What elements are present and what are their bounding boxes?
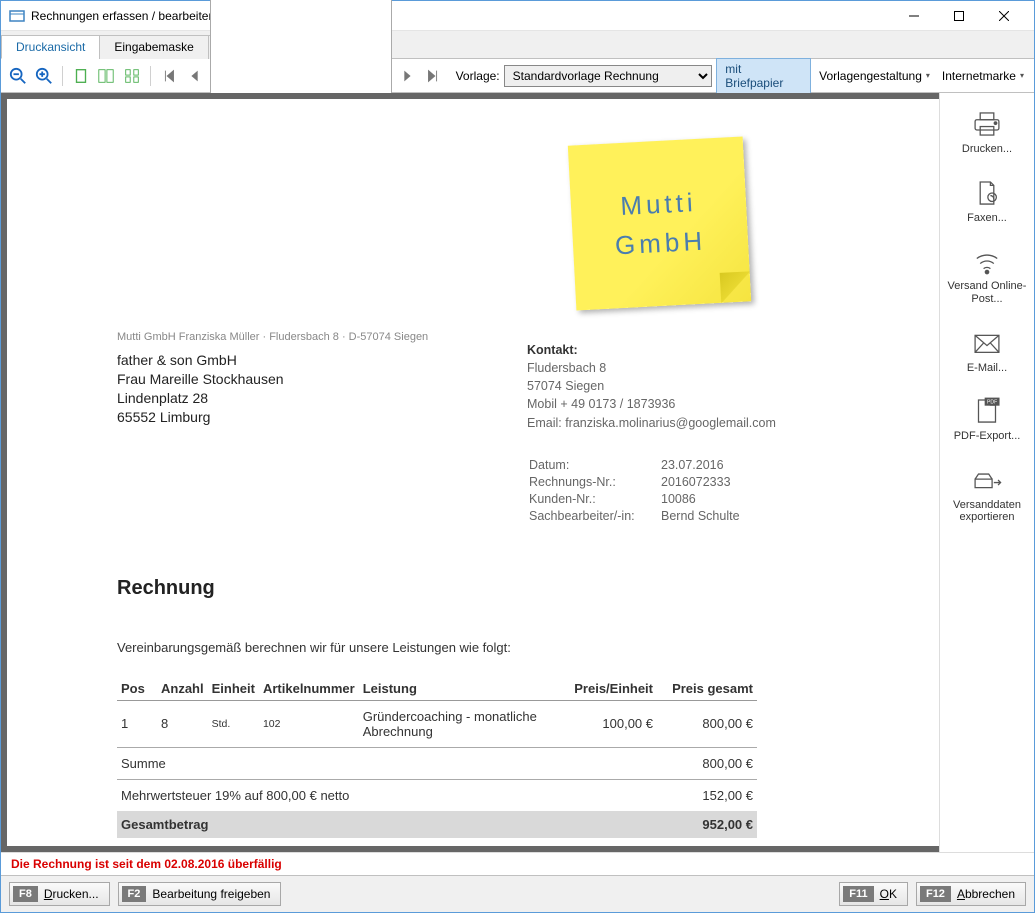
window-title: Rechnungen erfassen / bearbeiten <box>31 9 891 23</box>
preview-scroll[interactable]: MuttiGmbH Mutti GmbH Franziska Müller · … <box>7 99 939 846</box>
app-icon <box>9 8 25 24</box>
pdf-icon: PDF <box>970 396 1004 426</box>
pdf-export-button[interactable]: PDF PDF-Export... <box>942 390 1032 453</box>
vorlage-label: Vorlage: <box>456 69 500 83</box>
export-icon <box>970 465 1004 495</box>
vorlage-select[interactable]: Standardvorlage Rechnung <box>504 65 713 87</box>
tabbar: Druckansicht Eingabemaske Erweitert <box>1 31 1034 59</box>
maximize-button[interactable] <box>936 2 981 30</box>
export-shipping-button[interactable]: Versanddaten exportieren <box>942 459 1032 534</box>
f8-rest: rucken... <box>53 887 99 901</box>
tab-eingabemaske[interactable]: Eingabemaske <box>99 35 208 59</box>
next-page-button[interactable] <box>396 65 418 87</box>
preview-pane: MuttiGmbH Mutti GmbH Franziska Müller · … <box>1 93 939 852</box>
line-items-table: Pos Anzahl Einheit Artikelnummer Leistun… <box>117 677 757 838</box>
briefpapier-toggle[interactable]: mit Briefpapier <box>716 58 811 94</box>
table-row: 1 8 Std. 102 Gründercoaching - monatlich… <box>117 700 757 747</box>
invoice-page: MuttiGmbH Mutti GmbH Franziska Müller · … <box>27 111 847 846</box>
logo-sticky: MuttiGmbH <box>568 137 751 311</box>
bottom-button-bar: F8Drucken... F2Bearbeitung freigeben F11… <box>1 875 1034 912</box>
online-post-button[interactable]: Versand Online-Post... <box>942 240 1032 315</box>
wifi-icon <box>970 246 1004 276</box>
f12-cancel-button[interactable]: F12Abbrechen <box>916 882 1026 906</box>
zoom-out-button[interactable] <box>7 65 29 87</box>
svg-text:PDF: PDF <box>987 400 997 406</box>
print-button[interactable]: Drucken... <box>942 103 1032 166</box>
titlebar: Rechnungen erfassen / bearbeiten <box>1 1 1034 31</box>
close-button[interactable] <box>981 2 1026 30</box>
f8-print-button[interactable]: F8Drucken... <box>9 882 110 906</box>
email-icon <box>970 328 1004 358</box>
action-sidebar: Drucken... Faxen... Versand Online-Post.… <box>939 93 1034 852</box>
zoom-in-button[interactable] <box>33 65 55 87</box>
prev-page-button[interactable] <box>184 65 206 87</box>
vorlagengestaltung-button[interactable]: Vorlagengestaltung▾ <box>815 66 934 86</box>
page-multi-icon[interactable] <box>121 65 143 87</box>
last-page-button[interactable] <box>422 65 444 87</box>
contact-block: Kontakt: Fludersbach 8 57074 Siegen Mobi… <box>527 341 776 432</box>
toolbar: Vorlage: Standardvorlage Rechnung mit Br… <box>1 59 1034 93</box>
page-double-icon[interactable] <box>96 65 118 87</box>
email-button[interactable]: E-Mail... <box>942 322 1032 385</box>
overdue-warning: Die Rechnung ist seit dem 02.08.2016 übe… <box>1 852 1034 875</box>
f11-ok-button[interactable]: F11OK <box>839 882 908 906</box>
fax-icon <box>970 178 1004 208</box>
f2-edit-button[interactable]: F2Bearbeitung freigeben <box>118 882 282 906</box>
printer-icon <box>970 109 1004 139</box>
tab-druckansicht[interactable]: Druckansicht <box>1 35 100 59</box>
first-page-button[interactable] <box>158 65 180 87</box>
fax-button[interactable]: Faxen... <box>942 172 1032 235</box>
internetmarke-button[interactable]: Internetmarke▾ <box>938 66 1028 86</box>
intro-text: Vereinbarungsgemäß berechnen wir für uns… <box>117 640 757 655</box>
document-title: Rechnung <box>117 577 757 600</box>
page-single-icon[interactable] <box>70 65 92 87</box>
meta-block: Datum:23.07.2016 Rechnungs-Nr.:201607233… <box>527 456 742 526</box>
minimize-button[interactable] <box>891 2 936 30</box>
